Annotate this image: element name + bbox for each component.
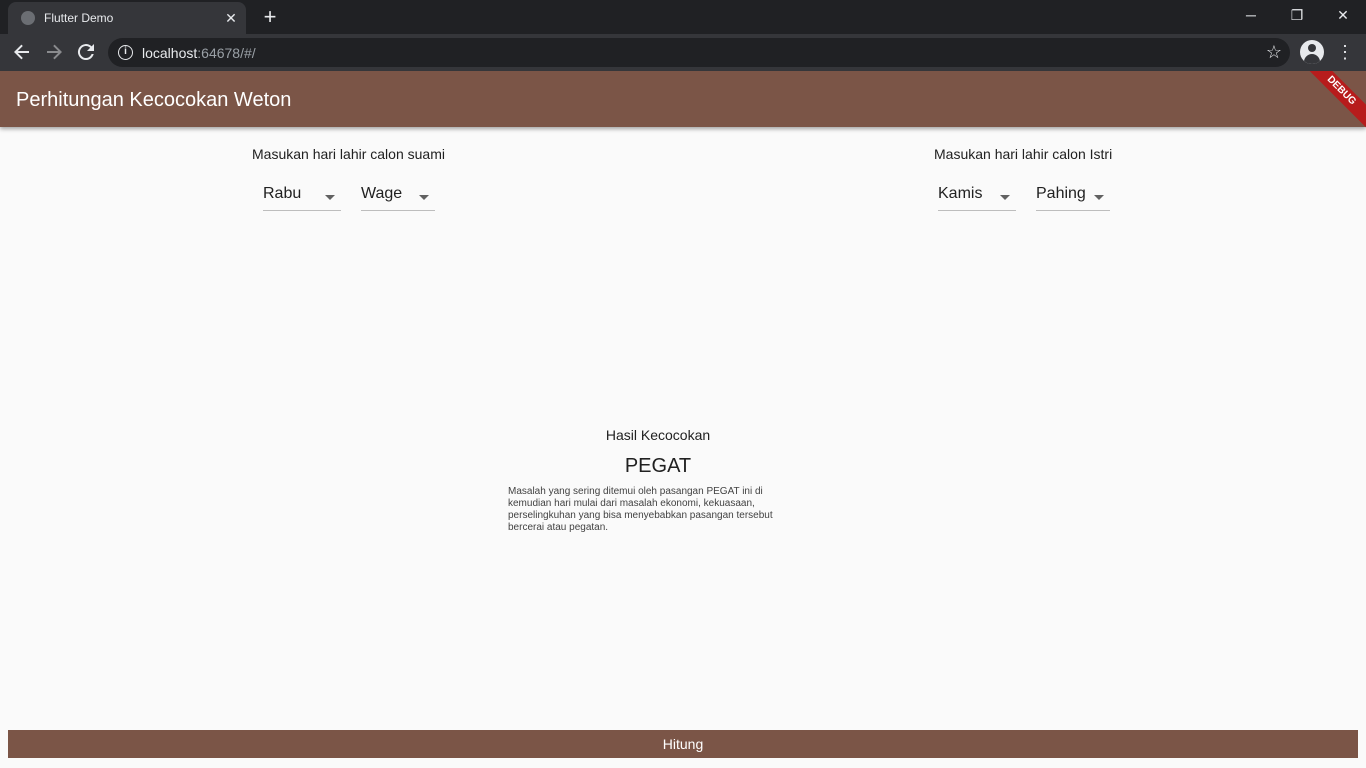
back-icon[interactable]	[10, 40, 34, 64]
debug-banner: DEBUG	[1296, 71, 1366, 136]
tab-title: Flutter Demo	[44, 11, 114, 25]
chevron-down-icon	[1000, 195, 1010, 200]
result-label: Hasil Kecocokan	[605, 427, 711, 443]
wife-pasaran-dropdown[interactable]: Pahing	[1036, 181, 1110, 211]
star-icon[interactable]: ☆	[1266, 42, 1282, 62]
husband-day-value: Rabu	[263, 185, 302, 202]
new-tab-button[interactable]: +	[259, 6, 281, 28]
page-title: Perhitungan Kecocokan Weton	[16, 89, 292, 111]
husband-pasaran-value: Wage	[361, 185, 403, 202]
address-bar[interactable]: i localhost:64678/#/ ☆	[108, 38, 1290, 67]
chevron-down-icon	[419, 195, 429, 200]
result-value: PEGAT	[624, 455, 692, 477]
wife-day-value: Kamis	[938, 185, 983, 202]
forward-icon[interactable]	[42, 40, 66, 64]
wife-label: Masukan hari lahir calon Istri	[934, 146, 1113, 162]
url-host: localhost	[142, 45, 198, 61]
info-icon[interactable]: i	[118, 45, 133, 60]
chevron-down-icon	[1094, 195, 1104, 200]
tab-strip: Flutter Demo ✕ + ─ ❐ ✕	[0, 0, 1366, 34]
wife-pasaran-value: Pahing	[1036, 185, 1086, 202]
restore-button[interactable]: ❐	[1274, 0, 1320, 30]
chevron-down-icon	[325, 195, 335, 200]
kebab-menu-icon[interactable]: ⋮	[1336, 40, 1354, 64]
husband-day-dropdown[interactable]: Rabu	[263, 181, 341, 211]
result-description: Masalah yang sering ditemui oleh pasanga…	[508, 486, 773, 533]
reload-icon[interactable]	[74, 40, 98, 64]
husband-pasaran-dropdown[interactable]: Wage	[361, 181, 435, 211]
window-close-button[interactable]: ✕	[1320, 0, 1366, 30]
url-path: :64678/#/	[197, 45, 256, 61]
browser-toolbar: i localhost:64678/#/ ☆	[0, 34, 1366, 71]
account-icon[interactable]	[1300, 40, 1324, 64]
browser-tab[interactable]: Flutter Demo ✕	[8, 2, 246, 34]
url-text[interactable]: localhost:64678/#/	[142, 45, 256, 61]
tab-close-icon[interactable]: ✕	[222, 9, 240, 27]
app-bar: Perhitungan Kecocokan Weton DEBUG	[0, 71, 1366, 136]
minimize-button[interactable]: ─	[1228, 0, 1274, 30]
husband-label: Masukan hari lahir calon suami	[252, 146, 445, 162]
app-content: Perhitungan Kecocokan Weton DEBUG Masuka…	[0, 71, 1366, 768]
hitung-button[interactable]: Hitung	[8, 730, 1358, 758]
globe-icon	[21, 11, 35, 25]
wife-day-dropdown[interactable]: Kamis	[938, 181, 1016, 211]
